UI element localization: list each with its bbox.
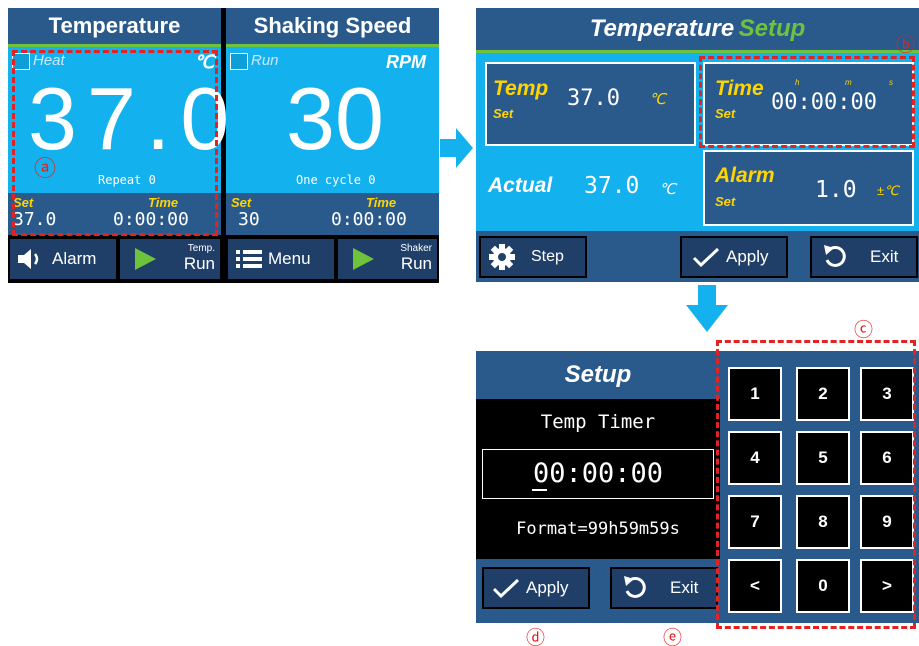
annotation-marker-e: ⓔ	[663, 627, 683, 646]
set-shaking-value: 30	[238, 209, 260, 230]
timer-apply-label: Apply	[526, 578, 569, 597]
temp-set-field[interactable]: Temp Set 37.0 ℃	[485, 62, 696, 146]
temp-setup-exit-button[interactable]: Exit	[810, 236, 918, 278]
temp-set-value: 37.0	[567, 86, 620, 111]
run-label: Run	[251, 52, 279, 69]
temp-run-button-bottom-label: Run	[183, 254, 215, 273]
temp-set-small-label: Set	[493, 106, 514, 121]
alarm-set-unit: ±℃	[877, 183, 899, 198]
arrow-right-icon	[440, 128, 473, 168]
annotation-marker-c: ⓒ	[854, 319, 874, 341]
alarm-set-small-label: Set	[715, 194, 736, 209]
temp-run-button[interactable]: Temp. Run	[118, 237, 222, 281]
alarm-set-value: 1.0	[815, 177, 857, 203]
gear-icon	[489, 244, 515, 270]
temperature-title: Temperature	[48, 13, 181, 38]
timer-setup-left-panel: Temp Timer 00:00:00 Format=99h59m59s	[476, 399, 720, 559]
timer-value: 00:00:00	[532, 458, 664, 489]
temp-setup-title-bar: Temperature Setup	[476, 8, 919, 50]
timer-exit-button[interactable]: Exit	[610, 567, 718, 609]
arrow-down-icon	[686, 285, 728, 332]
input-cursor	[532, 489, 547, 491]
actual-value: 37.0	[584, 173, 640, 199]
shaking-header: Shaking Speed	[226, 8, 439, 44]
checkmark-icon	[692, 247, 720, 267]
back-arrow-icon	[624, 576, 646, 598]
timer-apply-button[interactable]: Apply	[482, 567, 590, 609]
actual-unit: ℃	[659, 181, 676, 198]
alarm-set-label: Alarm	[715, 164, 775, 187]
back-arrow-icon	[824, 245, 846, 267]
temp-setup-apply-button[interactable]: Apply	[680, 236, 788, 278]
annotation-marker-d: ⓓ	[526, 627, 546, 646]
temp-set-unit: ℃	[649, 91, 666, 108]
alarm-button[interactable]: Alarm	[8, 237, 118, 281]
shaking-set-label: Set	[231, 195, 252, 210]
menu-button-label: Menu	[268, 249, 311, 268]
shaking-timer-value: 0:00:00	[331, 209, 407, 230]
timer-format-hint: Format=99h59m59s	[516, 519, 680, 539]
temp-setup-exit-label: Exit	[870, 247, 899, 266]
play-icon	[135, 248, 156, 270]
shaker-run-button-bottom-label: Run	[400, 254, 432, 273]
temp-run-button-top-label: Temp.	[187, 243, 215, 254]
shaker-run-button-top-label: Shaker	[400, 243, 432, 254]
temp-set-label: Temp	[493, 77, 549, 100]
checkmark-icon	[492, 578, 520, 598]
annotation-box-a	[12, 50, 218, 236]
shaking-unit: RPM	[386, 52, 426, 72]
menu-list-icon	[236, 250, 262, 268]
menu-button[interactable]: Menu	[226, 237, 336, 281]
annotation-marker-b: ⓑ	[896, 34, 916, 56]
shaker-run-button[interactable]: Shaker Run	[336, 237, 439, 281]
shaking-time-label: Time	[366, 195, 397, 210]
annotation-marker-a: ⓐ	[34, 157, 57, 182]
timer-setup-title: Setup	[564, 361, 632, 388]
shaking-display[interactable]: Run RPM 30 One cycle 0	[226, 47, 439, 193]
play-icon	[353, 248, 374, 270]
shaking-title: Shaking Speed	[253, 13, 412, 38]
alarm-button-label: Alarm	[52, 249, 97, 268]
temp-setup-apply-label: Apply	[726, 247, 769, 266]
annotation-box-c	[716, 340, 916, 629]
run-checkbox[interactable]	[230, 53, 248, 70]
timer-value-input[interactable]: 00:00:00	[482, 449, 714, 499]
shaking-set-row: Set Time 30 0:00:00	[226, 193, 439, 235]
temperature-header: Temperature	[8, 8, 221, 44]
temp-setup-title-word2: Setup	[738, 15, 806, 42]
actual-label: Actual	[488, 174, 553, 197]
annotation-box-b	[699, 56, 915, 148]
step-button[interactable]: Step	[479, 236, 587, 278]
timer-setup-subtitle: Temp Timer	[540, 411, 656, 433]
timer-exit-label: Exit	[670, 578, 699, 597]
timer-setup-title-bar: Setup	[476, 351, 720, 399]
speaker-icon	[18, 249, 39, 269]
shaking-value: 30	[286, 69, 384, 168]
step-button-label: Step	[531, 248, 564, 265]
cycle-count: One cycle 0	[296, 173, 376, 187]
alarm-set-field[interactable]: Alarm Set 1.0 ±℃	[703, 150, 914, 226]
temp-setup-title-word1: Temperature	[589, 15, 735, 42]
